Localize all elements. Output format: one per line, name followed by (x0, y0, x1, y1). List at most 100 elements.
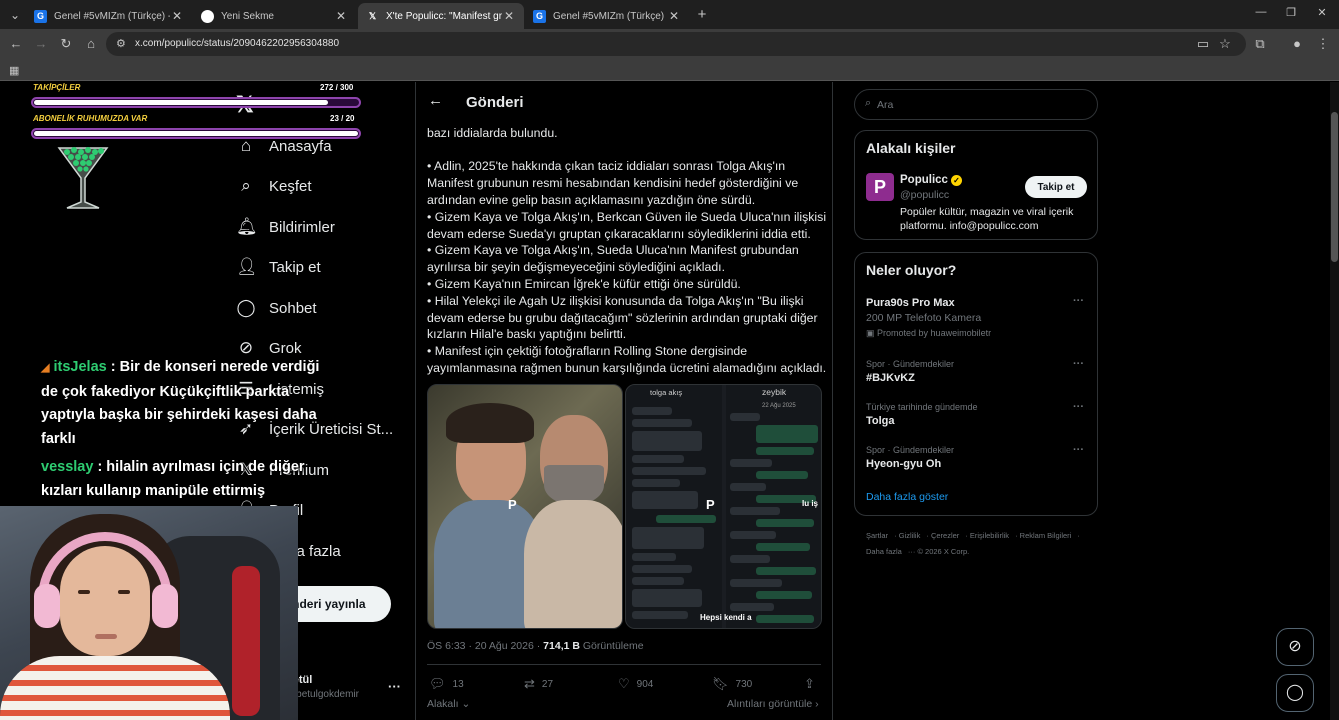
forward-arrow-icon[interactable]: → (32, 35, 50, 53)
minimize-icon[interactable]: — (1253, 6, 1269, 18)
footer-link[interactable]: Çerezler (931, 531, 959, 540)
site-settings-icon[interactable]: ⚙ (116, 37, 126, 50)
x-page: 𝕏 ⌂ Anasayfa ⌕ Keşfet 🔔︎ Bildirimler 👤︎ … (0, 82, 1339, 720)
account-more-icon[interactable]: ··· (388, 679, 401, 694)
cast-icon[interactable]: ▭ (1194, 35, 1212, 53)
footer-link[interactable]: Daha fazla (866, 547, 902, 556)
scrollbar-thumb[interactable] (1331, 112, 1338, 262)
close-icon[interactable]: ✕ (502, 9, 516, 23)
chat-bubble (632, 407, 672, 415)
share-button[interactable]: ⇪ (804, 676, 822, 692)
google-icon: G (34, 9, 47, 23)
extensions-icon[interactable]: ⧉ (1251, 35, 1269, 53)
show-more-link[interactable]: Daha fazla göster (866, 491, 948, 503)
close-icon[interactable]: ✕ (170, 9, 184, 23)
trend-name[interactable]: #BJKvKZ (866, 372, 915, 384)
chat-badge-icon: ◢ (41, 362, 50, 374)
tab-label: Yeni Sekme (221, 10, 274, 22)
footer-link[interactable]: Şartlar (866, 531, 888, 540)
post-text-line: • Adlin, 2025'te hakkında çıkan taciz id… (427, 159, 786, 173)
trend-name[interactable]: Pura90s Pro Max (866, 297, 955, 309)
post-column: ← Gönderi bazı iddialarda bulundu. • Adl… (415, 82, 833, 720)
footer-link[interactable]: Reklam Bilgileri (1020, 531, 1072, 540)
restore-icon[interactable]: ❐ (1283, 6, 1299, 19)
reload-icon[interactable]: ↻ (57, 35, 75, 53)
tab-x-post[interactable]: 𝕏 X'te Populicc: "Manifest grubun ✕ (358, 3, 524, 29)
back-arrow-icon[interactable]: ← (7, 35, 25, 53)
tab-genel-1[interactable]: G Genel #5vMIZm (Türkçe) - Gart ✕ (26, 3, 192, 29)
search-input[interactable] (877, 96, 1077, 113)
headset-ear-cup (152, 584, 178, 628)
grok-fab-button[interactable]: ⊘ (1276, 628, 1314, 666)
messages-fab-button[interactable]: ◯ (1276, 674, 1314, 712)
nav-item-label: Anasayfa (269, 137, 332, 155)
new-tab-plus-icon[interactable]: + (694, 6, 710, 23)
reply-button[interactable]: 💬︎ 13 (429, 676, 464, 692)
google-icon: G (533, 9, 546, 23)
followers-goal-label: TAKİPÇİLER (33, 83, 81, 92)
post-time[interactable]: ÖS 6:33 · 20 Ağu 2026 · (427, 640, 543, 652)
chat-bubble (632, 611, 688, 619)
close-icon[interactable]: ✕ (667, 9, 681, 23)
person-beard (544, 465, 604, 505)
nav-item-label: Takip et (269, 258, 321, 276)
bookmark-star-icon[interactable]: ☆ (1216, 35, 1234, 53)
menu-kebab-icon[interactable]: ⋮ (1314, 35, 1332, 53)
home-button-icon[interactable]: ⌂ (82, 35, 100, 53)
person-handle[interactable]: @populicc (900, 189, 949, 201)
chat-bubble (730, 459, 772, 467)
like-button[interactable]: ♡ 904 (618, 676, 653, 692)
address-bar[interactable]: ⚙ x.com/populicc/status/2090462202956304… (106, 32, 1246, 56)
avatar[interactable]: P (866, 173, 894, 201)
close-icon[interactable]: ✕ (334, 9, 348, 23)
view-quotes-link[interactable]: Alıntıları görüntüle › (727, 698, 819, 710)
post-image-photo[interactable]: P (427, 384, 623, 629)
window-close-icon[interactable]: ✕ (1314, 6, 1330, 19)
profile-avatar-icon[interactable]: ● (1288, 35, 1306, 53)
trend-name[interactable]: Hyeon-gyu Oh (866, 458, 941, 470)
view-quotes-label: Alıntıları görüntüle (727, 698, 813, 710)
tab-yeni-sekme[interactable]: Yeni Sekme ✕ (193, 3, 356, 29)
repost-button[interactable]: ⇄ 27 (524, 676, 553, 692)
screenshot-contact-name: tolga akış (650, 388, 683, 397)
back-arrow-icon[interactable]: ← (428, 92, 443, 109)
nav-item-chat[interactable]: ◯ Sohbet (236, 294, 316, 322)
chat-bubble (730, 603, 774, 611)
person-name-text: Populicc (900, 174, 948, 186)
person-name[interactable]: Populicc ✓ (900, 174, 962, 186)
trends-title: Neler oluyor? (866, 262, 957, 278)
post-text-line: yayımlanmasına rağmen bunun karşılığında… (427, 361, 827, 375)
trend-more-icon[interactable]: ··· (1073, 358, 1084, 370)
trend-subtitle: 200 MP Telefoto Kamera (866, 312, 982, 324)
nav-item-notifications[interactable]: 🔔︎ Bildirimler (236, 213, 335, 241)
post-image-screenshots[interactable]: tolga akış zeybik 22 Ağu 2025 P Iu iş He… (625, 384, 822, 629)
url-text[interactable]: x.com/populicc/status/209046220295630488… (135, 38, 339, 49)
grok-icon: ⊘ (1288, 638, 1302, 655)
search-box[interactable]: ⌕ (854, 89, 1098, 120)
trend-more-icon[interactable]: ··· (1073, 401, 1084, 413)
footer-link[interactable]: Gizlilik (899, 531, 921, 540)
footer-link[interactable]: Erişilebilirlik (970, 531, 1009, 540)
follow-button[interactable]: Takip et (1025, 176, 1087, 198)
trend-more-icon[interactable]: ··· (1073, 295, 1084, 307)
populicc-watermark: P (706, 497, 715, 512)
trend-name[interactable]: Tolga (866, 415, 895, 427)
bookmark-button[interactable]: 🔖︎ 730 (712, 676, 752, 692)
follow-icon: 👤︎ (236, 257, 258, 276)
chat-bubble (756, 447, 814, 455)
page-title: Gönderi (466, 94, 524, 111)
trend-meta: Spor · Gündemdekiler (866, 445, 955, 455)
chat-bubble (632, 455, 684, 463)
tab-genel-2[interactable]: G Genel #5vMIZm (Türkçe) - Gart ✕ (525, 3, 689, 29)
tab-search-chevron-icon[interactable]: ⌄ (6, 6, 24, 24)
reply-count: 13 (452, 678, 464, 690)
nav-item-explore[interactable]: ⌕ Keşfet (236, 172, 311, 200)
chat-bubble (756, 425, 818, 443)
post-text-line: ardından evine gelip basın açıklamasını … (427, 193, 756, 207)
headset-ear-cup (34, 584, 60, 628)
nav-item-follow[interactable]: 👤︎ Takip et (236, 253, 321, 281)
apps-grid-icon[interactable]: ▦ (9, 64, 19, 77)
stream-chat-message: vesslay : hilalin ayrılması için de diğe… (41, 456, 337, 503)
trend-more-icon[interactable]: ··· (1073, 444, 1084, 456)
sort-relevant-dropdown[interactable]: Alakalı ⌄ (427, 698, 470, 710)
